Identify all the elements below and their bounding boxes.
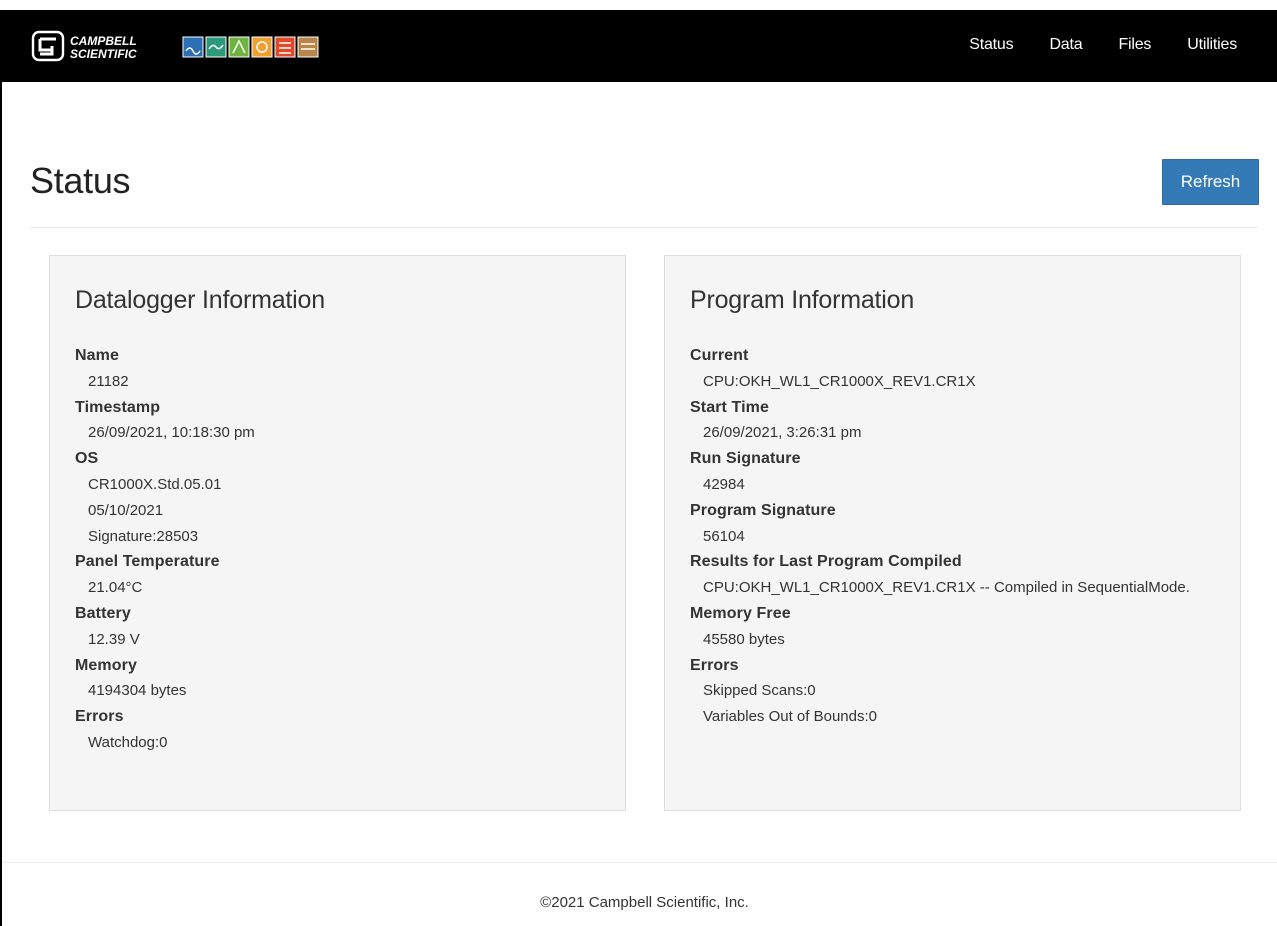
logo-text-line2: SCIENTIFIC	[70, 47, 137, 61]
logo-text-line1: CAMPBELL	[70, 34, 137, 48]
field-value: 05/10/2021	[88, 501, 164, 519]
field-value: 21.04°C	[88, 579, 143, 597]
field-value: 26/09/2021, 10:18:30 pm	[88, 424, 255, 442]
nav-data[interactable]: Data	[1049, 36, 1082, 54]
campbell-scientific-logo[interactable]: CAMPBELL SCIENTIFIC	[30, 29, 340, 65]
field-value: 26/09/2021, 3:26:31 pm	[703, 424, 862, 442]
field-value: CR1000X.Std.05.01	[88, 475, 222, 493]
field-value: CPU:OKH_WL1_CR1000X_REV1.CR1X	[703, 372, 976, 390]
field-value: 45580 bytes	[703, 630, 785, 648]
field-label: Timestamp	[75, 398, 161, 416]
nav-utilities[interactable]: Utilities	[1187, 36, 1237, 54]
field-label: Current	[690, 347, 749, 364]
field-value: 42984	[703, 475, 745, 493]
field-label: Memory Free	[690, 604, 791, 622]
main-nav: Status Data Files Utilities	[933, 36, 1237, 54]
nav-status[interactable]: Status	[969, 36, 1013, 54]
field-value: Watchdog:0	[88, 733, 168, 751]
field-label: Start Time	[690, 398, 769, 416]
field-value: Variables Out of Bounds:0	[703, 708, 877, 726]
program-info-list: Current CPU:OKH_WL1_CR1000X_REV1.CR1X Star…	[690, 343, 1215, 730]
page-title: Status	[30, 160, 131, 201]
footer-divider	[2, 862, 1277, 863]
field-value: 12.39 V	[88, 630, 140, 648]
field-label: Errors	[75, 708, 124, 726]
panel-title: Program Information	[690, 286, 915, 314]
header-divider	[30, 227, 1259, 228]
navbar: CAMPBELL SCIENTIFIC Status Data Files Ut…	[2, 10, 1277, 82]
field-label: Name	[75, 347, 119, 364]
field-value: CPU:OKH_WL1_CR1000X_REV1.CR1X -- Compile…	[703, 579, 1190, 597]
field-label: Battery	[75, 604, 131, 622]
field-value: 56104	[703, 527, 745, 545]
datalogger-info-panel: Datalogger Information Name 21182 Timestam…	[49, 255, 626, 811]
field-label: Memory	[75, 656, 137, 674]
application-icons	[182, 36, 319, 58]
field-label: Program Signature	[690, 501, 836, 519]
field-label: Run Signature	[690, 450, 801, 468]
panel-title: Datalogger Information	[75, 286, 325, 314]
nav-files[interactable]: Files	[1118, 36, 1151, 54]
datalogger-info-list: Name 21182 Timestamp 26/09/2021, 10:18:30 p…	[75, 343, 600, 756]
app-frame: CAMPBELL SCIENTIFIC Status Data Files Ut…	[0, 10, 1277, 926]
field-label: Panel Temperature	[75, 553, 220, 571]
field-label: OS	[75, 450, 99, 468]
footer-copyright: ©2021 Campbell Scientific, Inc.	[540, 894, 749, 911]
field-value: 21182	[88, 372, 129, 390]
refresh-button[interactable]: Refresh	[1162, 159, 1259, 205]
field-value: 4194304 bytes	[88, 682, 187, 700]
field-value: Signature:28503	[88, 527, 199, 545]
program-info-panel: Program Information Current CPU:OKH_WL1_C…	[664, 255, 1241, 811]
field-label: Errors	[690, 656, 739, 674]
field-label: Results for Last Program Compiled	[690, 553, 962, 571]
field-value: Skipped Scans:0	[703, 682, 816, 700]
